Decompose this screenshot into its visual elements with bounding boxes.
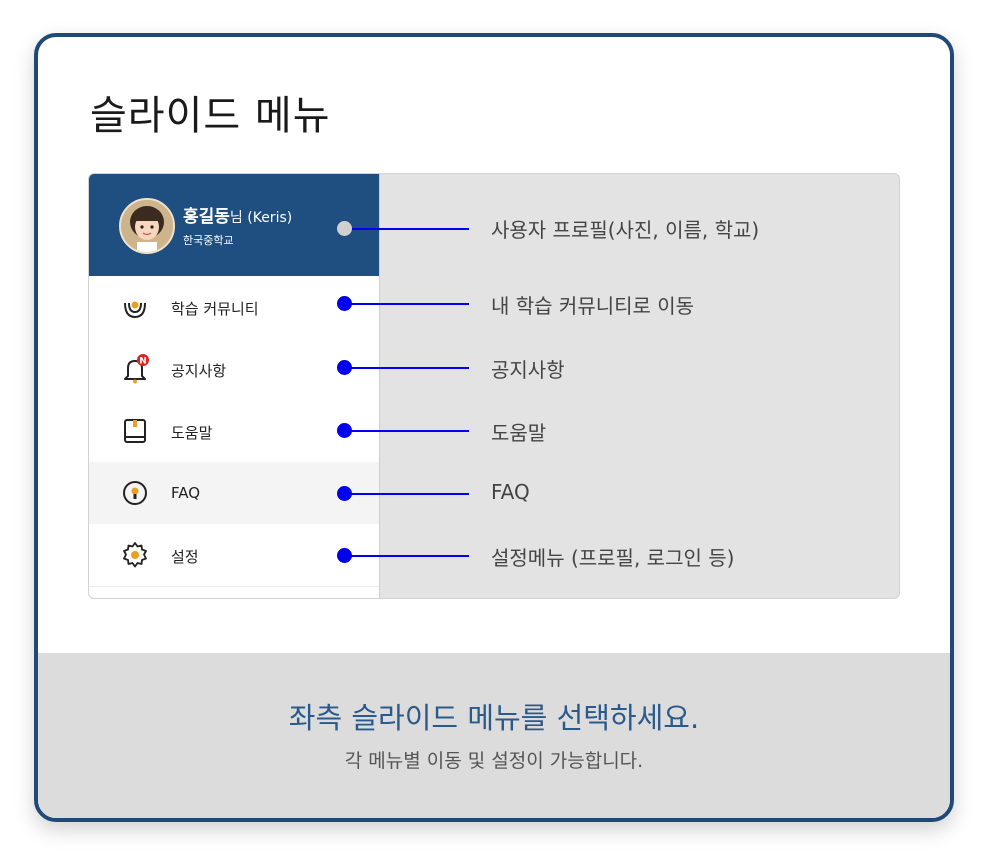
footer-instructions: 좌측 슬라이드 메뉴를 선택하세요. 각 메뉴별 이동 및 설정이 가능합니다.: [38, 653, 950, 818]
slide-menu-panel: 홍길동님 (Keris) 한국중학교 학습 커뮤니티 N 공지사항 도움말 FA…: [89, 174, 380, 598]
menu-item-help[interactable]: 도움말: [89, 400, 379, 463]
callout-profile: 사용자 프로필(사진, 이름, 학교): [491, 218, 760, 242]
menu-label: 학습 커뮤니티: [171, 300, 259, 318]
menu-label: 도움말: [171, 424, 213, 442]
guide-card: 슬라이드 메뉴 홍길동님 (Keris) 한국중학교 학습 커뮤니티 N 공지사…: [34, 33, 954, 822]
community-icon: [124, 301, 146, 319]
menu-item-faq[interactable]: FAQ: [89, 462, 379, 525]
menu-label: FAQ: [171, 484, 201, 502]
pointer-dot: [337, 221, 352, 236]
avatar-image: [121, 200, 173, 252]
pointer-line: [351, 367, 469, 369]
pointer-line: [351, 493, 469, 495]
slide-menu-mockup: 홍길동님 (Keris) 한국중학교 학습 커뮤니티 N 공지사항 도움말 FA…: [88, 173, 900, 599]
callout-settings: 설정메뉴 (프로필, 로그인 등): [491, 546, 735, 570]
pointer-dot: [337, 548, 352, 563]
pointer-line: [351, 303, 469, 305]
book-icon: [124, 419, 146, 443]
callout-community: 내 학습 커뮤니티로 이동: [491, 294, 695, 318]
pointer-dot: [337, 423, 352, 438]
user-profile[interactable]: 홍길동님 (Keris) 한국중학교: [89, 174, 379, 276]
callout-notice: 공지사항: [491, 358, 565, 382]
notice-badge-text: N: [139, 357, 147, 367]
menu-label: 설정: [171, 548, 199, 566]
profile-school: 한국중학교: [183, 234, 234, 247]
bell-icon: N: [124, 354, 149, 384]
menu-item-community[interactable]: 학습 커뮤니티: [89, 276, 379, 339]
menu-item-notice[interactable]: N 공지사항: [89, 338, 379, 401]
profile-name: 홍길동님 (Keris): [183, 202, 292, 227]
pointer-line: [351, 555, 469, 557]
pointer-dot: [337, 486, 352, 501]
callout-faq: FAQ: [491, 480, 530, 504]
profile-name-text: 홍길동: [183, 207, 230, 227]
pointer-dot: [337, 296, 352, 311]
menu-item-settings[interactable]: 설정: [89, 524, 379, 587]
footer-main-text: 좌측 슬라이드 메뉴를 선택하세요.: [288, 701, 700, 735]
profile-name-suffix: 님 (Keris): [229, 210, 293, 226]
pointer-line: [351, 228, 469, 230]
menu-label: 공지사항: [171, 362, 227, 380]
faq-icon: [123, 481, 147, 505]
avatar: [119, 198, 175, 254]
pointer-line: [351, 430, 469, 432]
gear-icon: [123, 542, 147, 568]
footer-sub-text: 각 메뉴별 이동 및 설정이 가능합니다.: [344, 750, 644, 772]
page-title: 슬라이드 메뉴: [90, 93, 331, 139]
callout-help: 도움말: [491, 421, 547, 445]
pointer-dot: [337, 360, 352, 375]
